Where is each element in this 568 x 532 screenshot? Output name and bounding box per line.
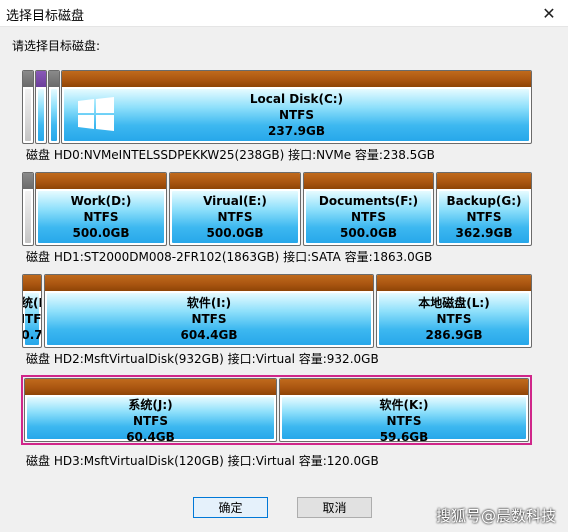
partition-software-i[interactable]: 软件(I:) NTFS 604.4GB bbox=[44, 274, 374, 348]
partition-name: 软件(I:) bbox=[186, 296, 232, 310]
partition-name: Local Disk(C:) bbox=[249, 92, 344, 106]
partition-size: 604.4GB bbox=[180, 328, 238, 342]
partition-hd1-1[interactable] bbox=[22, 172, 34, 246]
partition-name: Work(D:) bbox=[70, 194, 132, 208]
disk-info-hd1: 磁盘 HD1:ST2000DM008-2FR102(1863GB) 接口:SAT… bbox=[26, 250, 433, 264]
ok-button[interactable]: 确定 bbox=[193, 497, 268, 518]
window-title: 选择目标磁盘 bbox=[6, 9, 85, 24]
partition-name: 系统(H:) bbox=[22, 296, 41, 310]
disk-info-hd0: 磁盘 HD0:NVMeINTELSSDPEKKW25(238GB) 接口:NVM… bbox=[26, 148, 435, 162]
partition-name: 本地磁盘(L:) bbox=[418, 296, 490, 310]
partition-local-disk-c[interactable]: Local Disk(C:) NTFS 237.9GB bbox=[61, 70, 532, 144]
title-bar: 选择目标磁盘 ✕ bbox=[0, 0, 568, 27]
partition-software-k[interactable]: 软件(K:) NTFS 59.6GB bbox=[279, 378, 529, 442]
partition-size: 40.7GB bbox=[22, 328, 42, 342]
partition-documents-f[interactable]: Documents(F:) NTFS 500.0GB bbox=[303, 172, 434, 246]
partition-name: Documents(F:) bbox=[318, 194, 419, 208]
disk-row-hd1[interactable]: Work(D:) NTFS 500.0GB Virual(E:) NTFS 50… bbox=[22, 172, 532, 246]
partition-name: 系统(J:) bbox=[128, 398, 173, 412]
partition-fs: NTFS bbox=[436, 312, 472, 326]
close-icon[interactable]: ✕ bbox=[530, 0, 568, 26]
disk-row-hd3[interactable]: 系统(J:) NTFS 60.4GB 软件(K:) NTFS 59.6GB bbox=[24, 378, 529, 442]
partition-fs: NTFS bbox=[350, 210, 387, 224]
partition-hd0-2[interactable] bbox=[35, 70, 47, 144]
partition-fs: NTFS bbox=[191, 312, 227, 326]
disk-info-hd2: 磁盘 HD2:MsftVirtualDisk(932GB) 接口:Virtual… bbox=[26, 352, 379, 366]
partition-fs: NTFS bbox=[23, 312, 42, 326]
partition-size: 59.6GB bbox=[379, 430, 429, 442]
partition-size: 362.9GB bbox=[455, 226, 513, 240]
partition-local-l[interactable]: 本地磁盘(L:) NTFS 286.9GB bbox=[376, 274, 532, 348]
partition-fs: NTFS bbox=[386, 414, 422, 428]
partition-system-h[interactable]: 系统(H:) NTFS 40.7GB bbox=[22, 274, 42, 348]
partition-size: 500.0GB bbox=[206, 226, 264, 240]
partition-size: 237.9GB bbox=[268, 124, 325, 138]
partition-fs: NTFS bbox=[132, 414, 169, 428]
prompt-text: 请选择目标磁盘: bbox=[12, 39, 101, 53]
partition-hd0-1[interactable] bbox=[22, 70, 34, 144]
watermark-text: 搜狐号@晨数科技 bbox=[435, 507, 556, 525]
cancel-button[interactable]: 取消 bbox=[297, 497, 372, 518]
partition-size: 500.0GB bbox=[340, 226, 397, 240]
partition-name: Virual(E:) bbox=[203, 194, 267, 208]
partition-fs: NTFS bbox=[466, 210, 502, 224]
partition-virual-e[interactable]: Virual(E:) NTFS 500.0GB bbox=[169, 172, 301, 246]
disk-row-hd2[interactable]: 系统(H:) NTFS 40.7GB 软件(I:) NTFS 604.4GB 本… bbox=[22, 274, 532, 348]
partition-size: 500.0GB bbox=[72, 226, 130, 240]
disk-info-hd3: 磁盘 HD3:MsftVirtualDisk(120GB) 接口:Virtual… bbox=[26, 454, 379, 468]
partition-hd0-3[interactable] bbox=[48, 70, 60, 144]
partition-fs: NTFS bbox=[83, 210, 119, 224]
disk-row-hd0[interactable]: Local Disk(C:) NTFS 237.9GB bbox=[22, 70, 532, 144]
partition-fs: NTFS bbox=[217, 210, 253, 224]
partition-fs: NTFS bbox=[278, 108, 315, 122]
partition-backup-g[interactable]: Backup(G:) NTFS 362.9GB bbox=[436, 172, 532, 246]
partition-work-d[interactable]: Work(D:) NTFS 500.0GB bbox=[35, 172, 167, 246]
partition-name: Backup(G:) bbox=[446, 194, 522, 208]
partition-system-j[interactable]: 系统(J:) NTFS 60.4GB bbox=[24, 378, 277, 442]
partition-size: 286.9GB bbox=[425, 328, 483, 342]
partition-name: 软件(K:) bbox=[379, 398, 429, 412]
partition-size: 60.4GB bbox=[126, 430, 175, 442]
